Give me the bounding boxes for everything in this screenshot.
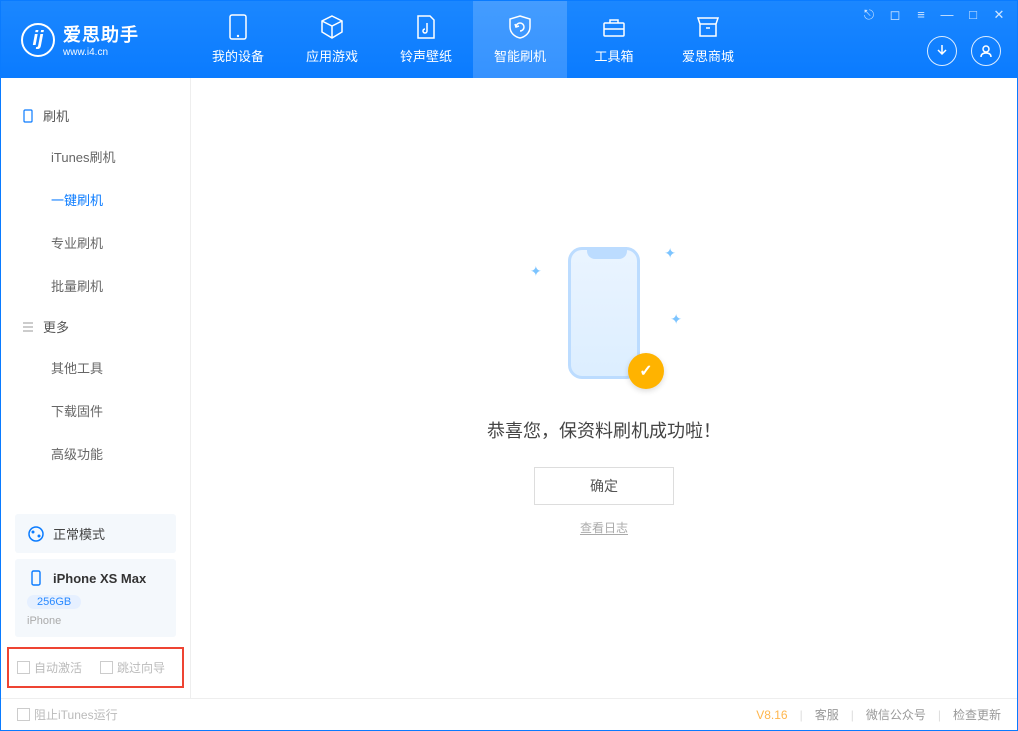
sidebar-item-pro-flash[interactable]: 专业刷机 [1,221,190,264]
phone-graphic [568,247,640,379]
check-badge-icon: ✓ [628,353,664,389]
download-button[interactable] [927,36,957,66]
sidebar-item-oneclick-flash[interactable]: 一键刷机 [1,178,190,221]
ok-button[interactable]: 确定 [534,467,674,505]
sparkle-icon: ✦ [670,311,682,328]
section-title: 刷机 [43,106,69,125]
tab-toolbox[interactable]: 工具箱 [567,1,661,78]
header: ij 爱思助手 www.i4.cn 我的设备 应用游戏 铃声壁纸 智能刷机 [1,1,1017,78]
shield-refresh-icon [507,14,533,40]
tab-ringtones[interactable]: 铃声壁纸 [379,1,473,78]
close-button[interactable]: ✕ [991,7,1007,23]
footer-link-update[interactable]: 检查更新 [953,706,1001,723]
store-icon [695,14,721,40]
mode-card[interactable]: 正常模式 [15,514,176,553]
footer: 阻止iTunes运行 V8.16 | 客服 | 微信公众号 | 检查更新 [1,698,1017,730]
user-button[interactable] [971,36,1001,66]
skip-guide-checkbox[interactable]: 跳过向导 [100,659,165,676]
sidebar-item-batch-flash[interactable]: 批量刷机 [1,264,190,307]
tab-my-device[interactable]: 我的设备 [191,1,285,78]
menu-icon[interactable]: ≡ [913,7,929,23]
tab-smart-flash[interactable]: 智能刷机 [473,1,567,78]
main-tabs: 我的设备 应用游戏 铃声壁纸 智能刷机 工具箱 爱思商城 [191,1,755,78]
sidebar-item-download-firmware[interactable]: 下载固件 [1,389,190,432]
mode-icon [27,525,45,543]
maximize-button[interactable]: □ [965,7,981,23]
tab-apps-games[interactable]: 应用游戏 [285,1,379,78]
device-capacity: 256GB [27,595,81,609]
device-name: iPhone XS Max [53,571,146,586]
tab-label: 爱思商城 [682,46,734,65]
phone-small-icon [27,569,45,587]
tshirt-icon[interactable]: ⎋ [861,7,877,23]
list-icon [21,320,35,334]
mode-label: 正常模式 [53,524,105,543]
cube-icon [319,14,345,40]
toolbox-icon [601,14,627,40]
section-flash: 刷机 [1,96,190,135]
tab-label: 我的设备 [212,46,264,65]
auto-activate-checkbox[interactable]: 自动激活 [17,659,82,676]
skip-guide-label: 跳过向导 [117,661,165,675]
success-illustration: ✦ ✦ ✦ ✓ [524,241,684,391]
app-url: www.i4.cn [63,47,139,58]
feedback-icon[interactable]: ◻ [887,7,903,23]
header-actions [927,36,1001,66]
view-log-link[interactable]: 查看日志 [580,519,628,536]
sidebar-item-advanced[interactable]: 高级功能 [1,432,190,475]
tab-label: 工具箱 [594,46,633,65]
sidebar-item-itunes-flash[interactable]: iTunes刷机 [1,135,190,178]
titlebar-controls: ⎋ ◻ ≡ — □ ✕ [861,7,1007,23]
tab-label: 应用游戏 [306,46,358,65]
options-row: 自动激活 跳过向导 [7,647,184,688]
app-name: 爱思助手 [63,21,139,47]
tab-label: 智能刷机 [494,46,546,65]
version-label: V8.16 [756,708,787,722]
block-itunes-label: 阻止iTunes运行 [34,708,118,722]
success-message: 恭喜您，保资料刷机成功啦！ [487,417,721,443]
footer-link-support[interactable]: 客服 [815,706,839,723]
tab-store[interactable]: 爱思商城 [661,1,755,78]
device-icon [21,109,35,123]
music-file-icon [413,14,439,40]
section-more: 更多 [1,307,190,346]
section-title: 更多 [43,317,69,336]
sparkle-icon: ✦ [530,263,542,280]
sidebar: 刷机 iTunes刷机 一键刷机 专业刷机 批量刷机 更多 其他工具 下载固件 … [1,78,191,698]
device-card[interactable]: iPhone XS Max 256GB iPhone [15,559,176,637]
tab-label: 铃声壁纸 [400,46,452,65]
block-itunes-checkbox[interactable]: 阻止iTunes运行 [17,706,118,723]
sidebar-item-other-tools[interactable]: 其他工具 [1,346,190,389]
body: 刷机 iTunes刷机 一键刷机 专业刷机 批量刷机 更多 其他工具 下载固件 … [1,78,1017,698]
auto-activate-label: 自动激活 [34,661,82,675]
app-window: ij 爱思助手 www.i4.cn 我的设备 应用游戏 铃声壁纸 智能刷机 [0,0,1018,731]
sparkle-icon: ✦ [664,245,676,262]
logo-icon: ij [21,23,55,57]
device-type: iPhone [27,615,61,627]
footer-link-wechat[interactable]: 微信公众号 [866,706,926,723]
minimize-button[interactable]: — [939,7,955,23]
phone-icon [225,14,251,40]
logo: ij 爱思助手 www.i4.cn [1,21,191,58]
main-content: ✦ ✦ ✦ ✓ 恭喜您，保资料刷机成功啦！ 确定 查看日志 [191,78,1017,698]
